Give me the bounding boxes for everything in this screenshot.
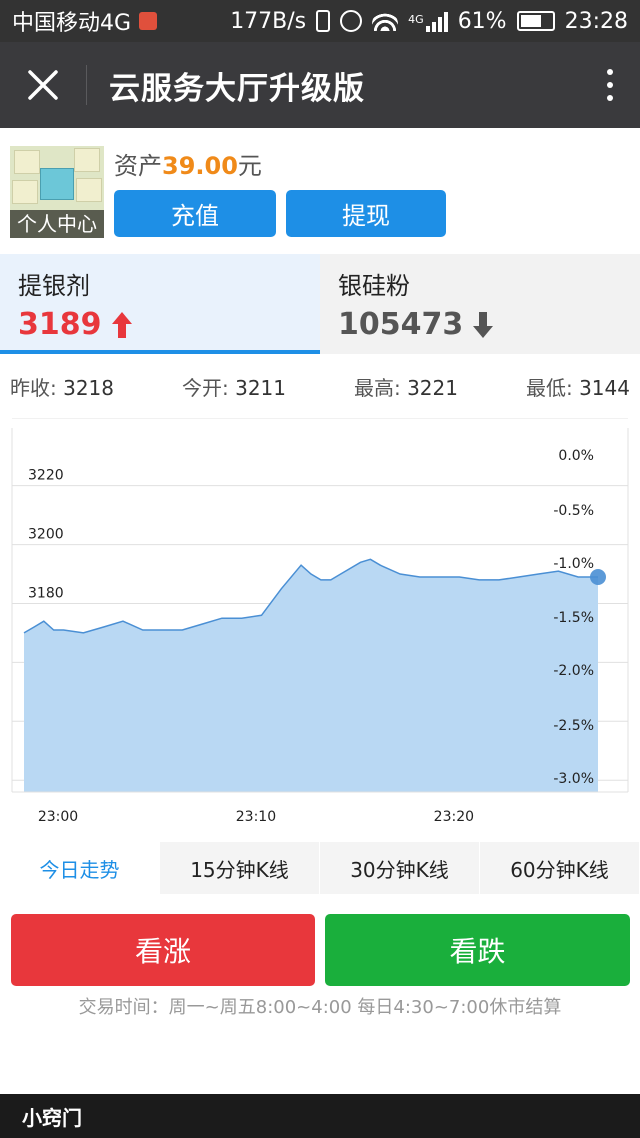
signal-type: 4G bbox=[408, 12, 424, 26]
pct-tick-label: 0.0% bbox=[558, 448, 594, 464]
price-stats: 昨收: 3218 今开: 3211 最高: 3221 最低: 3144 bbox=[0, 354, 640, 418]
close-icon bbox=[28, 70, 58, 100]
product-price: 3189 bbox=[18, 307, 302, 342]
tab-30min-kline[interactable]: 30分钟K线 bbox=[320, 842, 480, 894]
intraday-chart-svg: 3220320031803160314031200.0%-0.5%-1.0%-1… bbox=[11, 418, 629, 825]
trade-actions: 看涨 看跌 bbox=[0, 914, 640, 986]
product-name: 提银剂 bbox=[18, 272, 90, 300]
y-tick-label: 3180 bbox=[28, 585, 64, 601]
pct-tick-label: -1.0% bbox=[553, 556, 594, 572]
carrier-label: 中国移动4G bbox=[12, 11, 132, 36]
message-icon bbox=[139, 12, 158, 30]
y-tick-label: 3200 bbox=[28, 527, 64, 543]
title-bar: 云服务大厅升级版 bbox=[0, 42, 640, 128]
status-bar: 中国移动4G 177B/s 4G 61% 23:28 bbox=[0, 0, 640, 42]
buy-down-button[interactable]: 看跌 bbox=[325, 914, 630, 986]
stat-prev-close: 昨收: 3218 bbox=[10, 372, 114, 401]
avatar-caption: 个人中心 bbox=[10, 210, 104, 238]
wifi-icon bbox=[372, 11, 399, 31]
sticky-note-icon bbox=[12, 180, 38, 204]
stat-label: 最低: bbox=[525, 375, 573, 400]
buy-up-button[interactable]: 看涨 bbox=[11, 914, 315, 986]
pct-tick-label: -2.5% bbox=[553, 718, 594, 734]
product-price: 105473 bbox=[338, 307, 622, 342]
footer-brand: 小窍门 bbox=[0, 1094, 640, 1138]
battery-icon bbox=[516, 11, 555, 31]
x-tick-label: 23:10 bbox=[236, 809, 276, 825]
clock: 23:28 bbox=[564, 8, 628, 34]
chart-tabs: 今日走势 15分钟K线 30分钟K线 60分钟K线 bbox=[0, 842, 640, 894]
price-area bbox=[24, 559, 598, 792]
alarm-icon bbox=[340, 10, 363, 32]
stat-value: 3218 bbox=[63, 375, 115, 400]
product-selector: 提银剂 3189 银硅粉 105473 bbox=[0, 254, 640, 354]
balance-unit: 元 bbox=[237, 152, 262, 180]
x-tick-label: 23:00 bbox=[38, 809, 78, 825]
withdraw-button[interactable]: 提现 bbox=[286, 190, 446, 237]
balance-label: 资产 bbox=[114, 152, 162, 180]
balance: 资产39.00元 bbox=[114, 146, 262, 181]
stat-value: 3144 bbox=[579, 375, 630, 400]
product-tab-silver-extract[interactable]: 提银剂 3189 bbox=[0, 254, 320, 354]
pct-tick-label: -1.5% bbox=[553, 610, 594, 626]
tab-60min-kline[interactable]: 60分钟K线 bbox=[480, 842, 640, 894]
account-panel: 个人中心 资产39.00元 充值 提现 bbox=[0, 128, 640, 254]
stat-high: 最高: 3221 bbox=[354, 372, 458, 401]
more-menu-button[interactable] bbox=[580, 42, 640, 128]
title-divider bbox=[86, 65, 87, 105]
stat-label: 今开: bbox=[181, 375, 229, 400]
arrow-up-icon bbox=[111, 311, 132, 338]
page-title: 云服务大厅升级版 bbox=[109, 70, 365, 107]
stat-value: 3211 bbox=[235, 375, 286, 400]
intraday-chart: 3220320031803160314031200.0%-0.5%-1.0%-1… bbox=[0, 418, 640, 842]
battery-percent: 61% bbox=[457, 8, 507, 34]
product-price-value: 105473 bbox=[338, 307, 464, 342]
more-dot-icon bbox=[607, 69, 613, 75]
stat-label: 昨收: bbox=[10, 375, 57, 400]
sticky-note-icon bbox=[76, 178, 102, 202]
sad-face-icon bbox=[40, 168, 74, 200]
recharge-button[interactable]: 充值 bbox=[114, 190, 276, 237]
pct-tick-label: -2.0% bbox=[553, 663, 594, 679]
more-dot-icon bbox=[607, 95, 613, 101]
sticky-note-icon bbox=[74, 148, 100, 172]
y-tick-label: 3220 bbox=[28, 468, 64, 484]
user-center-avatar[interactable]: 个人中心 bbox=[10, 146, 104, 238]
signal-icon bbox=[425, 10, 448, 32]
vibrate-icon bbox=[316, 10, 331, 32]
arrow-down-icon bbox=[473, 311, 494, 338]
product-name: 银硅粉 bbox=[338, 272, 410, 300]
balance-amount: 39.00 bbox=[162, 152, 238, 180]
sticky-note-icon bbox=[14, 150, 40, 174]
close-button[interactable] bbox=[0, 42, 86, 128]
x-tick-label: 23:20 bbox=[434, 809, 474, 825]
net-speed: 177B/s bbox=[230, 8, 307, 34]
tab-today-trend[interactable]: 今日走势 bbox=[0, 842, 160, 894]
tab-15min-kline[interactable]: 15分钟K线 bbox=[160, 842, 320, 894]
more-dot-icon bbox=[607, 82, 613, 88]
product-tab-silicon-powder[interactable]: 银硅粉 105473 bbox=[320, 254, 640, 354]
stat-open: 今开: 3211 bbox=[182, 372, 286, 401]
pct-tick-label: -3.0% bbox=[553, 771, 594, 787]
trading-hours-note: 交易时间：周一~周五8:00~4:00 每日4:30~7:00休市结算 bbox=[78, 997, 562, 1018]
product-price-value: 3189 bbox=[18, 307, 102, 342]
stat-label: 最高: bbox=[353, 375, 401, 400]
pct-tick-label: -0.5% bbox=[553, 503, 594, 519]
stat-low: 最低: 3144 bbox=[526, 372, 630, 401]
stat-value: 3221 bbox=[407, 375, 458, 400]
